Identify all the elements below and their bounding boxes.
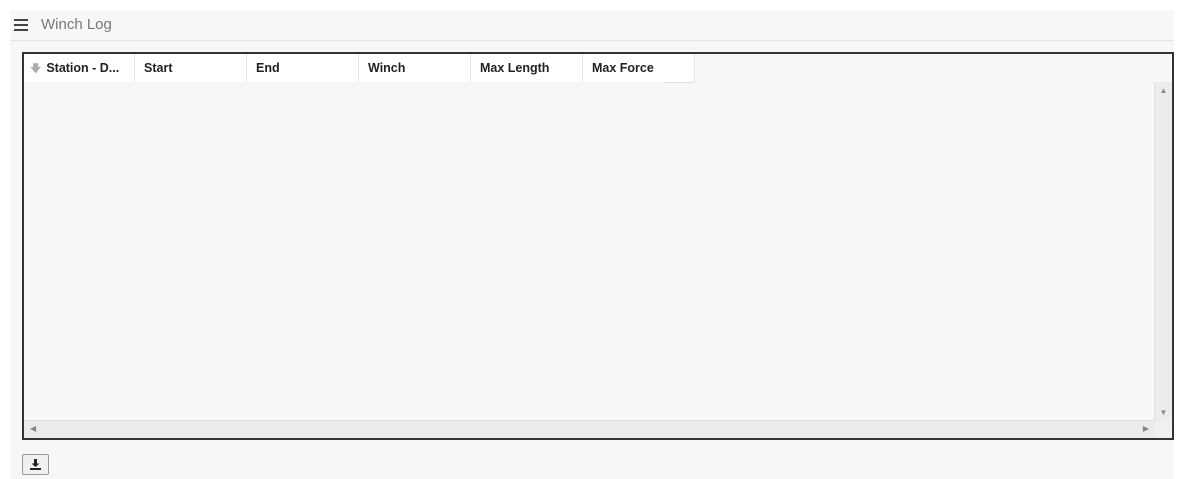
column-header-label: Winch [368,61,406,75]
column-header-label: End [256,61,280,75]
horizontal-scrollbar[interactable]: ◀ ▶ [24,420,1155,438]
scrollbar-corner [1155,421,1172,438]
column-header-label: Station - D... [46,61,120,75]
winch-log-page: Winch Log 🡇 Station - D... Start End Winc… [0,0,1187,479]
panel-header: Winch Log [10,10,1174,41]
column-header-end[interactable]: End [247,54,359,82]
winch-log-panel: Winch Log 🡇 Station - D... Start End Winc… [10,10,1174,479]
scroll-down-icon[interactable]: ▼ [1159,408,1168,417]
column-header-start[interactable]: Start [135,54,247,82]
grid-header-row: 🡇 Station - D... Start End Winch Max Leng… [24,54,695,83]
panel-title: Winch Log [41,16,112,33]
hamburger-menu-icon[interactable] [14,19,28,31]
column-header-label: Max Length [480,61,550,75]
grid-data-area [24,82,664,270]
column-header-label: Start [144,61,173,75]
download-icon [30,459,41,470]
vertical-scrollbar[interactable]: ▲ ▼ [1154,82,1172,421]
column-header-station-date[interactable]: 🡇 Station - D... [24,54,135,82]
download-button[interactable] [22,454,49,475]
column-header-max-length[interactable]: Max Length [471,54,583,82]
column-header-label: Max Force [592,61,654,75]
scroll-up-icon[interactable]: ▲ [1159,86,1168,95]
sort-descending-icon: 🡇 [30,63,42,75]
winch-log-grid: 🡇 Station - D... Start End Winch Max Leng… [22,52,1174,440]
scroll-left-icon[interactable]: ◀ [30,424,36,433]
scroll-right-icon[interactable]: ▶ [1143,424,1149,433]
column-header-max-force[interactable]: Max Force [583,54,695,82]
column-header-winch[interactable]: Winch [359,54,471,82]
